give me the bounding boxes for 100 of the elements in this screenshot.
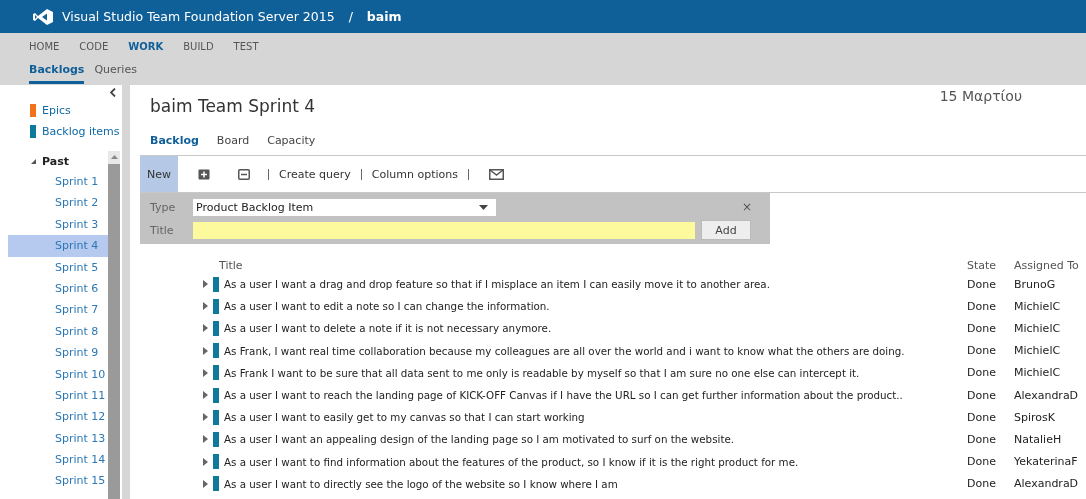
- item-color-bar: [213, 387, 219, 403]
- breadcrumb-separator: /: [348, 9, 353, 24]
- assignee-cell: MichielC: [1014, 321, 1061, 335]
- sprint-item[interactable]: Sprint 6: [0, 277, 108, 300]
- sprint-item[interactable]: Sprint 13: [0, 427, 108, 450]
- expand-triangle-icon: [203, 391, 208, 400]
- sprint-item[interactable]: Sprint 1: [0, 171, 108, 193]
- state-cell-text: Done: [967, 432, 997, 446]
- work-item-title[interactable]: As a user I want to reach the landing page of KICK-OFF Canvas if I have the URL so I can get further information about the product..: [224, 389, 903, 402]
- item-color-bar: [213, 431, 219, 447]
- date-label: 15 Μαρτίου: [939, 87, 1022, 106]
- expand-triangle-icon: [203, 457, 208, 466]
- state-cell-text: Done: [967, 388, 997, 402]
- subnav-tab[interactable]: Queries: [94, 60, 137, 84]
- field-label: Title: [150, 223, 175, 237]
- scroll-up-icon: [110, 155, 118, 159]
- column-header[interactable]: Assigned To: [1014, 258, 1079, 272]
- item-color-bar: [213, 476, 219, 492]
- panel-splitter[interactable]: [122, 85, 130, 499]
- state-cell-text: Done: [967, 277, 997, 291]
- view-tab[interactable]: Backlog: [150, 133, 199, 147]
- expand-triangle-icon: [203, 413, 208, 422]
- close-icon[interactable]: ×: [741, 200, 752, 214]
- expand-all-icon: [198, 168, 210, 180]
- item-color-bar: [213, 343, 219, 359]
- assignee-cell: MichielC: [1014, 344, 1061, 358]
- view-tab[interactable]: Capacity: [267, 133, 316, 147]
- sprint-item[interactable]: Sprint 14: [0, 449, 108, 471]
- work-item-title[interactable]: As a user I want to edit a note so I can change the information.: [224, 300, 550, 313]
- backlog-level-link[interactable]: Epics: [42, 104, 71, 117]
- item-color-bar: [213, 298, 219, 314]
- item-color-bar: [213, 320, 219, 336]
- nav-tab[interactable]: TEST: [233, 41, 259, 52]
- sprint-item[interactable]: Sprint 11: [0, 384, 108, 407]
- state-cell-text: Done: [967, 455, 997, 469]
- assignee-cell: SpirosK: [1014, 410, 1055, 424]
- work-item-title[interactable]: As a user I want an appealing design of the landing page so I am motivated to surf on the website.: [224, 433, 735, 446]
- nav-tab[interactable]: WORK: [128, 41, 164, 52]
- sprint-item[interactable]: Sprint 8: [0, 320, 108, 343]
- scrollbar[interactable]: [108, 151, 120, 499]
- item-color-bar: [213, 365, 219, 381]
- expand-triangle-icon: [203, 368, 208, 377]
- toolbar-link[interactable]: Create query: [279, 167, 351, 181]
- project-name[interactable]: baim: [366, 9, 402, 24]
- sprint-item[interactable]: Sprint 7: [0, 299, 108, 321]
- toolbar-link[interactable]: Column options: [371, 167, 458, 181]
- item-color-bar: [213, 454, 219, 470]
- expand-triangle-icon: [203, 302, 208, 311]
- add-button[interactable]: Add: [701, 220, 751, 240]
- sprint-item[interactable]: Sprint 2: [0, 192, 108, 214]
- expand-triangle-icon: [203, 280, 208, 289]
- work-item-title[interactable]: As a user I want to find information about the features of the product, so I know if it is the right product for me.: [224, 455, 799, 468]
- page-title: baim Team Sprint 4: [149, 95, 316, 118]
- assignee-cell: NatalieH: [1014, 432, 1062, 446]
- assignee-cell: MichielC: [1014, 299, 1061, 313]
- state-cell-text: Done: [967, 344, 997, 358]
- field-label: Type: [150, 200, 177, 214]
- sprint-item[interactable]: Sprint 5: [0, 256, 108, 278]
- expand-triangle-icon: [203, 346, 208, 355]
- assignee-cell: MichielC: [1014, 366, 1061, 380]
- assignee-cell: AlexandraD: [1014, 477, 1079, 491]
- column-header[interactable]: State: [967, 258, 1014, 272]
- logo-icon: [33, 8, 53, 25]
- backlog-level-link[interactable]: Backlog items: [42, 125, 120, 138]
- sprint-item[interactable]: Sprint 12: [0, 406, 108, 428]
- assignee-cell: BrunoG: [1014, 277, 1056, 291]
- subnav-tab[interactable]: Backlogs: [29, 60, 85, 84]
- state-cell-text: Done: [967, 321, 997, 335]
- work-item-title[interactable]: As Frank, I want real time collaboration because my colleagues are all over the world and i want to know what the others are doing.: [224, 344, 905, 357]
- collapse-icon: [110, 88, 116, 97]
- tree-node[interactable]: Past: [42, 154, 69, 168]
- sprint-item[interactable]: Sprint 9: [0, 342, 108, 364]
- assignee-cell: YekaterinaF: [1014, 455, 1078, 469]
- work-item-title[interactable]: As a user I want to easily get to my canvas so that I can start working: [224, 411, 585, 424]
- product-name: Visual Studio Team Foundation Server 2015: [62, 9, 335, 24]
- expand-triangle-icon: [203, 435, 208, 444]
- type-dropdown[interactable]: Product Backlog Item: [193, 198, 496, 216]
- work-item-title[interactable]: As Frank I want to be sure that all data sent to me only is readable by myself so that I am sure no one else can intercept it.: [224, 366, 860, 379]
- sprint-item[interactable]: Sprint 3: [0, 213, 108, 236]
- collapse-all-icon: [238, 168, 250, 180]
- item-color-bar: [213, 276, 219, 292]
- sprint-item[interactable]: Sprint 15: [0, 470, 108, 492]
- state-cell-text: Done: [967, 299, 997, 313]
- new-button[interactable]: New: [140, 156, 178, 192]
- work-item-title[interactable]: As a user I want to directly see the logo of the website so I know where I am: [224, 477, 618, 490]
- sprint-item[interactable]: Sprint 10: [0, 363, 108, 385]
- dropdown-caret-icon: [479, 204, 488, 210]
- expand-triangle-icon: [203, 324, 208, 333]
- view-tab[interactable]: Board: [216, 133, 250, 147]
- title-input-field[interactable]: [193, 221, 695, 239]
- expand-triangle-icon: [203, 479, 208, 488]
- work-item-title[interactable]: As a user I want to delete a note if it is not necessary anymore.: [224, 322, 552, 335]
- state-cell-text: Done: [967, 477, 997, 491]
- nav-tab[interactable]: HOME: [29, 41, 60, 52]
- state-cell-text: Done: [967, 410, 997, 424]
- work-item-title[interactable]: As a user I want a drag and drop feature so that if I misplace an item I can easily move it to another area.: [224, 278, 770, 291]
- item-color-bar: [213, 409, 219, 425]
- nav-tab[interactable]: CODE: [79, 41, 109, 52]
- nav-tab[interactable]: BUILD: [183, 41, 214, 52]
- column-header[interactable]: Title: [213, 258, 967, 272]
